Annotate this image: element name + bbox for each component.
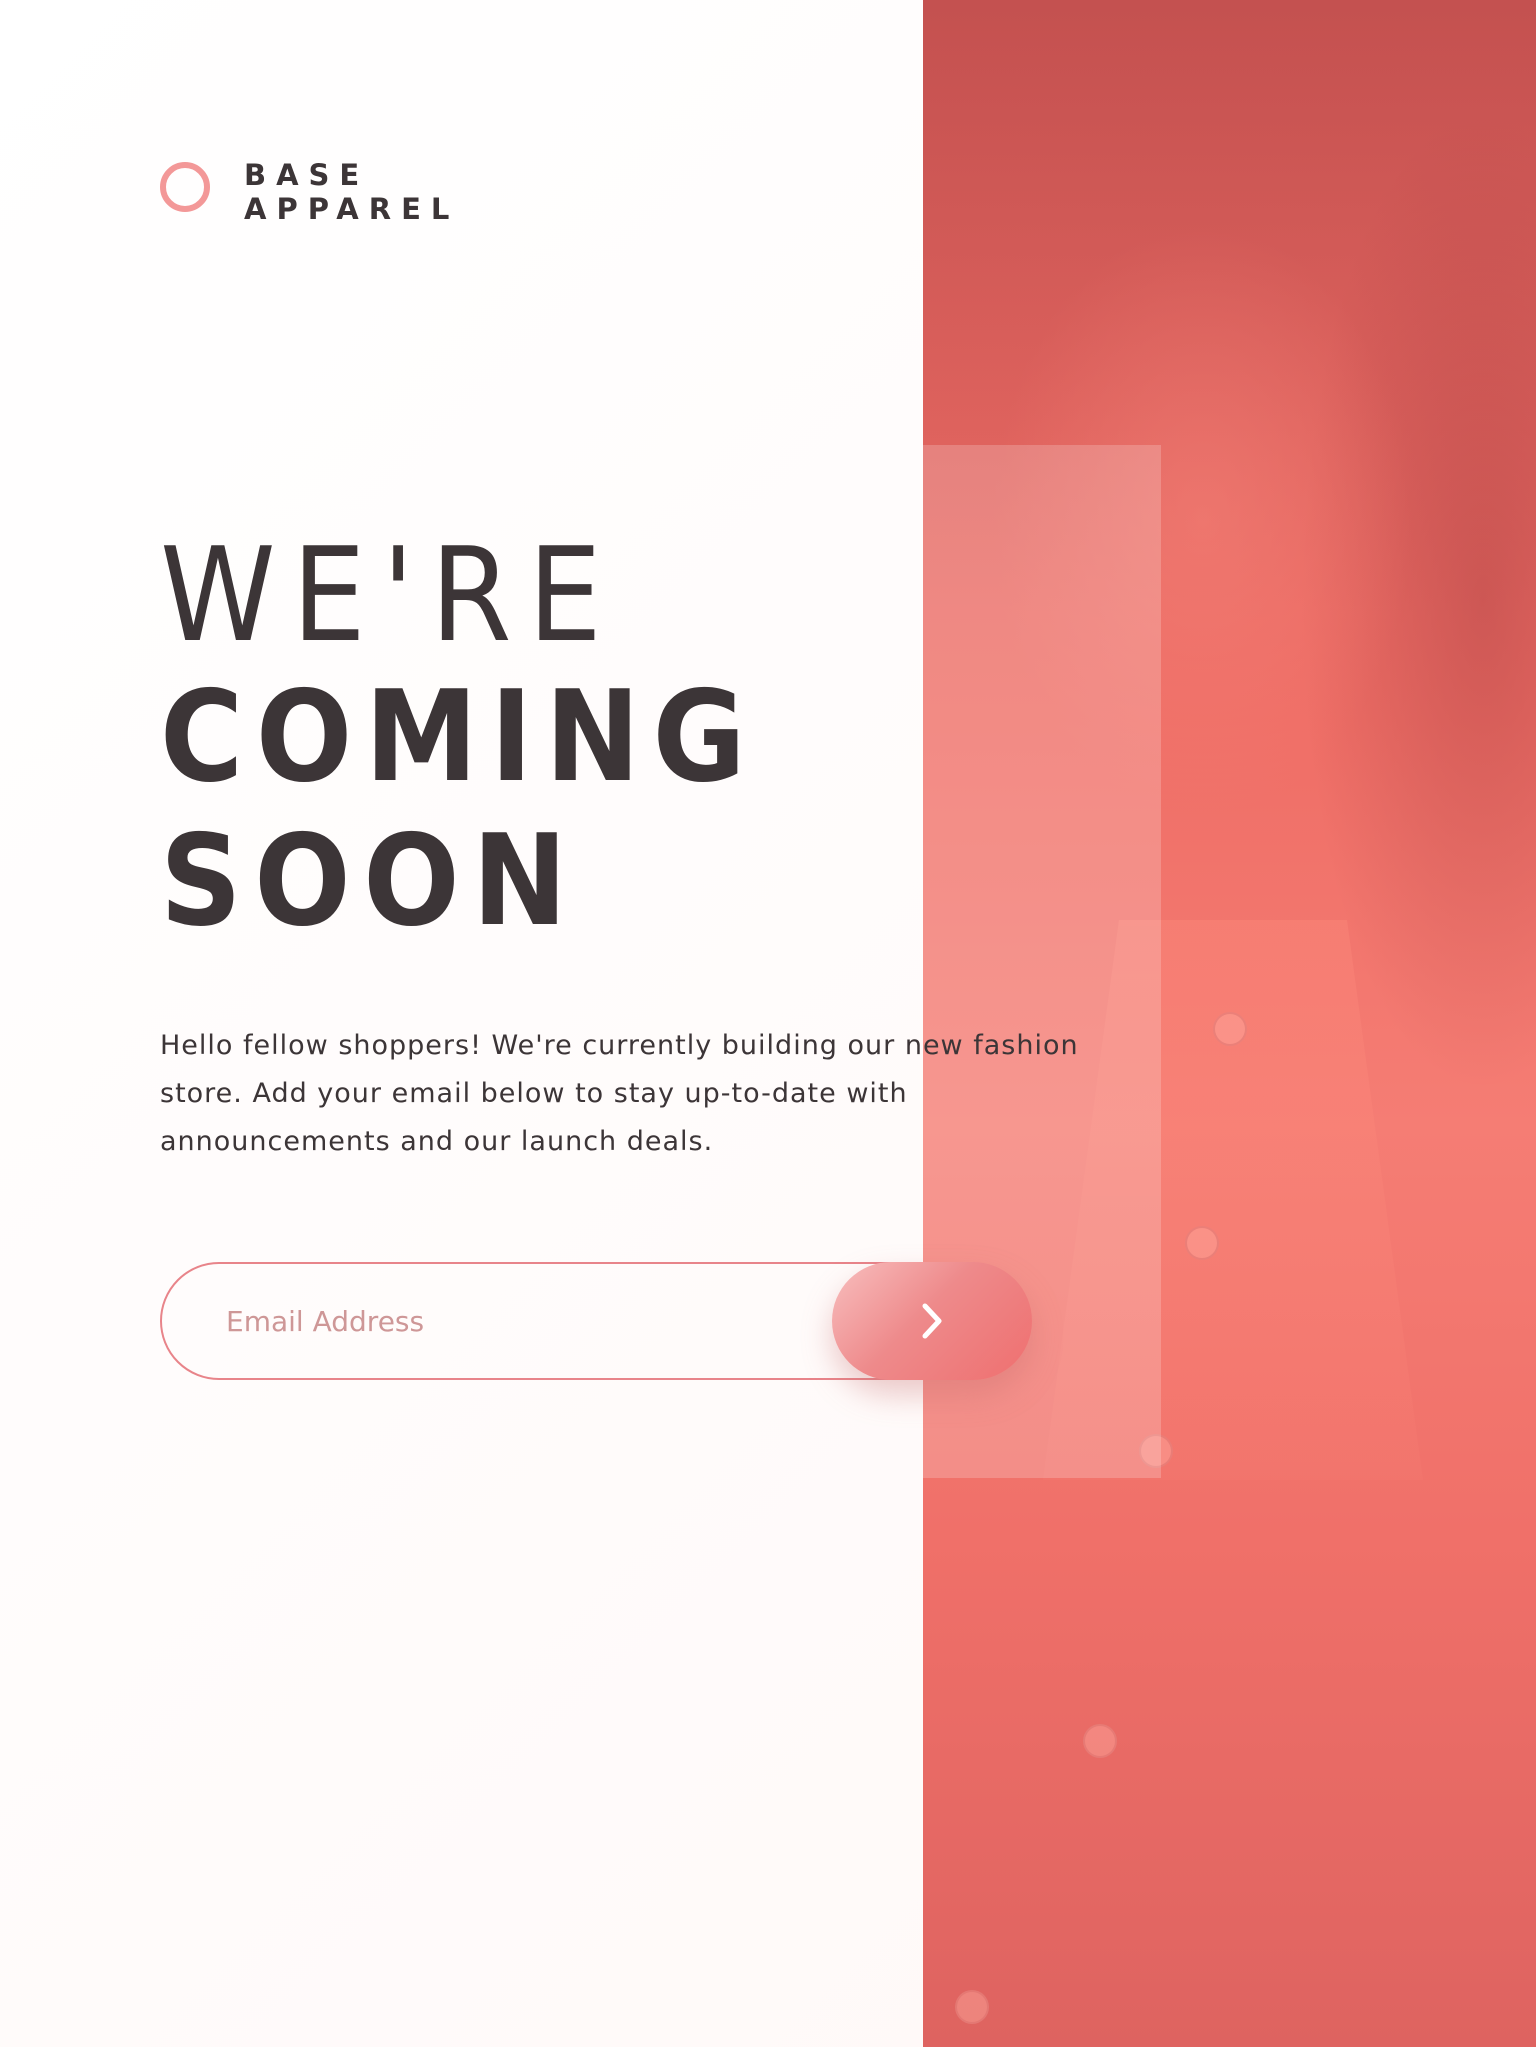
chevron-right-icon — [920, 1301, 944, 1341]
hero-photo-shirt-button — [1083, 1724, 1117, 1758]
hero-photo-shirt-button — [1213, 1012, 1247, 1046]
submit-button[interactable] — [832, 1262, 1032, 1380]
page-title-bold-line1: COMING — [160, 663, 759, 810]
logo-ring-icon — [160, 162, 210, 212]
brand-logo[interactable]: BASE APPAREL — [160, 158, 500, 230]
hero-photo-shirt-button — [955, 1990, 989, 2024]
brand-name-line2: APPAREL — [244, 192, 460, 226]
page-title: WE'RE COMING SOON — [160, 525, 920, 953]
page-title-light: WE'RE — [160, 519, 619, 671]
brand-name-line1: BASE — [244, 158, 370, 192]
hero-photo-shirt-button — [1185, 1226, 1219, 1260]
intro-text: Hello fellow shoppers! We're currently b… — [160, 1030, 1079, 1157]
page-title-bold-line2: SOON — [160, 807, 580, 954]
email-signup-form — [160, 1262, 1034, 1380]
coming-soon-page: BASE APPAREL WE'RE COMING SOON Hello fel… — [0, 0, 1536, 2047]
brand-name: BASE APPAREL — [244, 158, 459, 226]
